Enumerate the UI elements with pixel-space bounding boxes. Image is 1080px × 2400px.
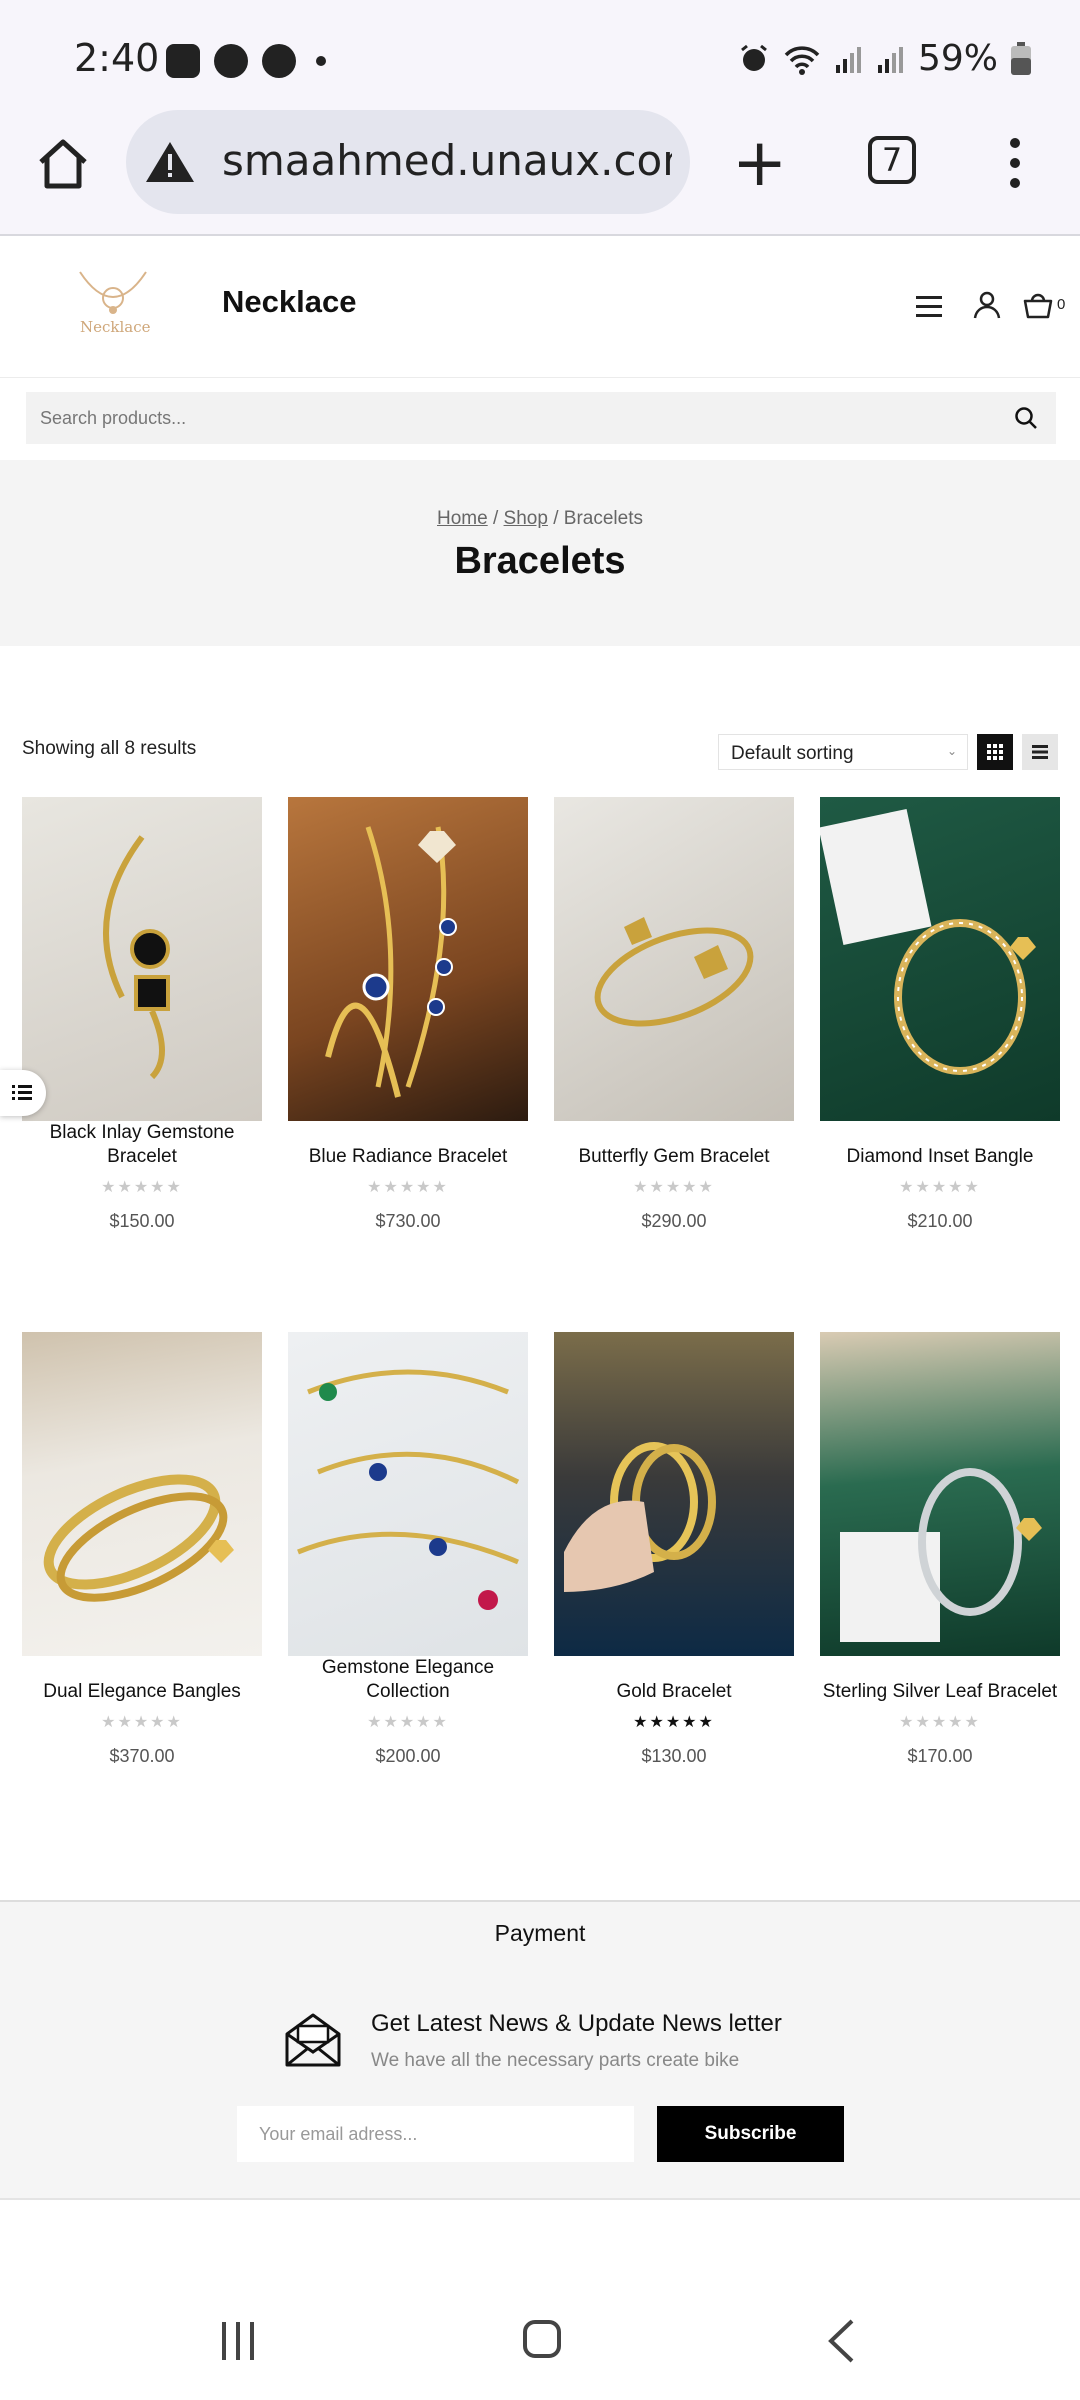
payment-title: Payment <box>494 1920 586 1946</box>
product-price: $730.00 <box>375 1211 441 1231</box>
status-time: 2:40 <box>74 36 160 80</box>
product-price: $170.00 <box>907 1746 973 1766</box>
product-name[interactable]: Gemstone Elegance Collection <box>288 1656 528 1704</box>
newsletter-title: Get Latest News & Update News letter <box>371 2010 782 2037</box>
breadcrumb-current: Bracelets <box>563 508 643 529</box>
chevron-down-icon: ⌄ <box>946 744 957 758</box>
product-image[interactable] <box>288 797 528 1121</box>
cart-icon[interactable] <box>1022 290 1054 320</box>
signal-icon <box>835 46 861 73</box>
product-name[interactable]: Black Inlay Gemstone Bracelet <box>22 1121 262 1169</box>
logo[interactable] <box>70 262 156 354</box>
sorting-value: Default sorting <box>731 743 854 764</box>
wifi-icon <box>784 45 820 75</box>
list-view-icon[interactable] <box>1022 734 1058 770</box>
more-notifications-icon <box>316 56 326 66</box>
rating-stars: ★★★★★ <box>367 1714 449 1731</box>
status-bar: 2:40 59% <box>0 0 1080 110</box>
product-card[interactable]: Gemstone Elegance Collection ★★★★★ $200.… <box>288 1332 528 1767</box>
notification-icons <box>166 44 326 78</box>
rating-stars: ★★★★★ <box>101 1714 183 1731</box>
product-image[interactable] <box>288 1332 528 1656</box>
alarm-icon <box>741 44 767 71</box>
product-card[interactable]: Sterling Silver Leaf Bracelet ★★★★★ $170… <box>820 1332 1060 1767</box>
envelope-icon <box>285 2013 341 2067</box>
product-search <box>26 392 1056 444</box>
toc-icon[interactable] <box>0 1070 46 1116</box>
menu-icon[interactable] <box>916 296 942 323</box>
product-image[interactable] <box>820 797 1060 1121</box>
search-input[interactable] <box>26 392 986 444</box>
product-price: $290.00 <box>641 1211 707 1231</box>
browser-toolbar: smaahmed.unaux.com + 7 <box>0 110 1080 236</box>
product-card[interactable]: Butterfly Gem Bracelet ★★★★★ $290.00 <box>554 797 794 1232</box>
product-card[interactable]: Black Inlay Gemstone Bracelet ★★★★★ $150… <box>22 797 262 1232</box>
messenger-notification-icon <box>262 44 296 78</box>
tabs-icon[interactable]: 7 <box>868 136 916 184</box>
product-price: $210.00 <box>907 1211 973 1231</box>
nav-back-icon[interactable] <box>826 2318 856 2364</box>
result-count: Showing all 8 results <box>22 738 197 759</box>
product-price: $200.00 <box>375 1746 441 1766</box>
rating-stars: ★★★★★ <box>899 1179 981 1196</box>
facebook-notification-icon <box>214 44 248 78</box>
product-name[interactable]: Diamond Inset Bangle <box>820 1121 1060 1169</box>
product-card[interactable]: Gold Bracelet ★★★★★ $130.00 <box>554 1332 794 1767</box>
rating-stars: ★★★★★ <box>633 1179 715 1196</box>
rating-stars: ★★★★★ <box>633 1714 715 1731</box>
address-bar[interactable]: smaahmed.unaux.com <box>126 110 690 214</box>
product-card[interactable]: Diamond Inset Bangle ★★★★★ $210.00 <box>820 797 1060 1232</box>
system-nav-bar <box>0 2270 1080 2400</box>
breadcrumb-shop[interactable]: Shop <box>504 508 548 529</box>
product-image[interactable] <box>554 1332 794 1656</box>
page-title: Bracelets <box>454 540 626 582</box>
breadcrumb: Home / Shop / Bracelets <box>0 508 1080 530</box>
product-name[interactable]: Blue Radiance Bracelet <box>288 1121 528 1169</box>
sorting-select[interactable]: Default sorting ⌄ <box>718 734 968 770</box>
cart-count: 0 <box>1057 296 1066 313</box>
product-image[interactable] <box>554 797 794 1121</box>
rating-stars: ★★★★★ <box>367 1179 449 1196</box>
status-right: 59% <box>738 38 1032 79</box>
product-name[interactable]: Sterling Silver Leaf Bracelet <box>820 1656 1060 1704</box>
breadcrumb-separator: / <box>553 508 559 529</box>
email-field[interactable] <box>237 2106 634 2162</box>
product-name[interactable]: Dual Elegance Bangles <box>22 1656 262 1704</box>
battery-level: 59% <box>917 38 998 79</box>
product-price: $370.00 <box>109 1746 175 1766</box>
breadcrumb-separator: / <box>492 508 499 529</box>
product-price: $130.00 <box>641 1746 707 1766</box>
product-card[interactable]: Dual Elegance Bangles ★★★★★ $370.00 <box>22 1332 262 1767</box>
user-icon[interactable] <box>972 290 1002 320</box>
search-icon[interactable] <box>1014 406 1038 430</box>
newsletter-subtitle: We have all the necessary parts create b… <box>371 2050 740 2071</box>
breadcrumb-home[interactable]: Home <box>437 508 488 529</box>
logo-text: Necklace <box>80 318 151 336</box>
url-text[interactable]: smaahmed.unaux.com <box>222 136 672 185</box>
battery-icon <box>1011 41 1031 75</box>
subscribe-button[interactable]: Subscribe <box>657 2106 844 2162</box>
grid-view-icon[interactable] <box>977 734 1013 770</box>
product-image[interactable] <box>820 1332 1060 1656</box>
site-header: Necklace Necklace 0 <box>0 238 1080 378</box>
page-header: Home / Shop / Bracelets Bracelets <box>0 460 1080 646</box>
product-image[interactable] <box>22 797 262 1121</box>
more-vert-icon[interactable] <box>1010 138 1022 198</box>
product-card[interactable]: Blue Radiance Bracelet ★★★★★ $730.00 <box>288 797 528 1232</box>
rating-stars: ★★★★★ <box>101 1179 183 1196</box>
product-name[interactable]: Gold Bracelet <box>554 1656 794 1704</box>
warning-icon[interactable] <box>144 140 196 184</box>
product-price: $150.00 <box>109 1211 175 1231</box>
product-image[interactable] <box>22 1332 262 1656</box>
gallery-notification-icon <box>166 44 200 78</box>
plus-icon[interactable]: + <box>732 130 787 196</box>
rating-stars: ★★★★★ <box>899 1714 981 1731</box>
site-title[interactable]: Necklace <box>222 284 356 320</box>
signal-icon-2 <box>877 46 903 73</box>
nav-recents-icon[interactable] <box>222 2322 254 2360</box>
product-name[interactable]: Butterfly Gem Bracelet <box>554 1121 794 1169</box>
home-icon[interactable] <box>36 138 90 190</box>
nav-home-icon[interactable] <box>523 2320 561 2358</box>
footer: Payment Get Latest News & Update News le… <box>0 1900 1080 2200</box>
